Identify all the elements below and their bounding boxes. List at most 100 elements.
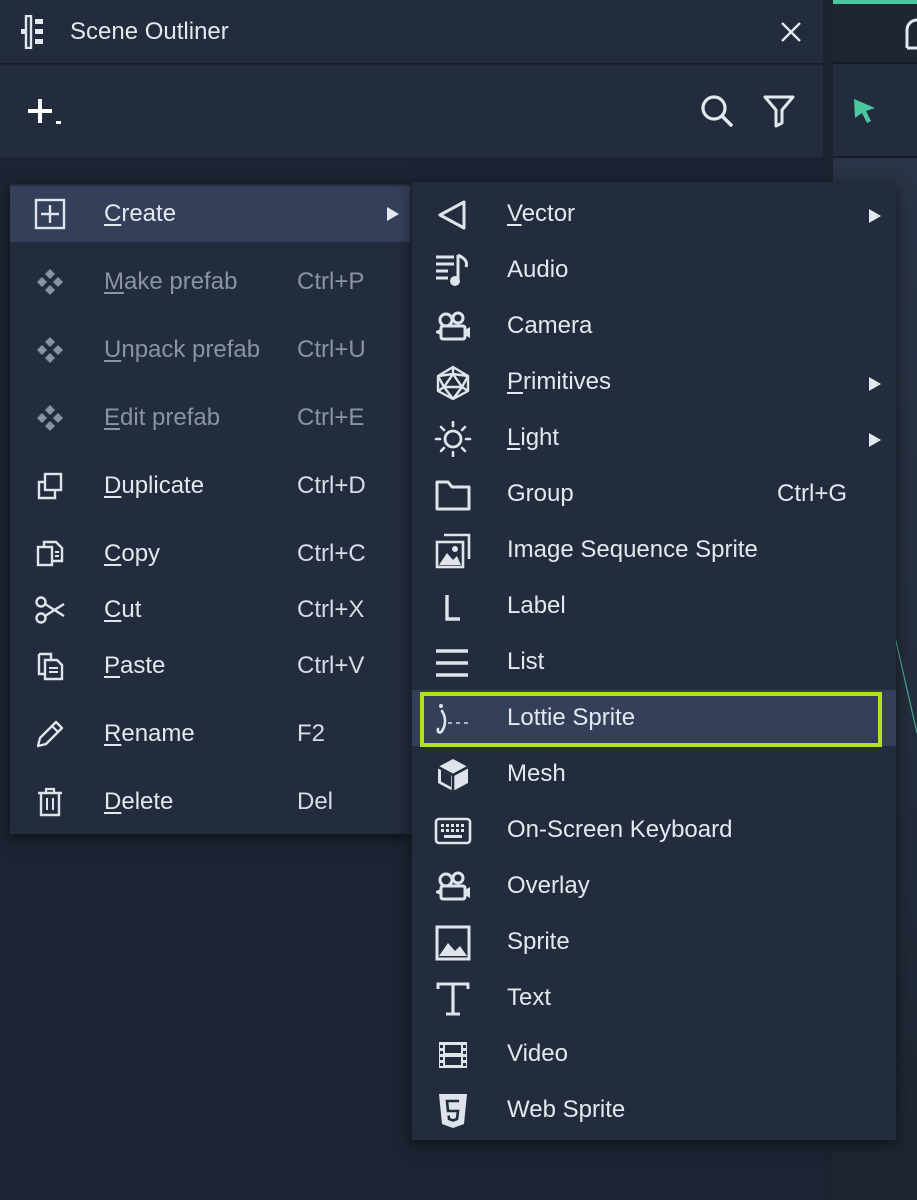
menu-item-label: Make prefab (104, 268, 238, 295)
panel-toolbar (0, 65, 823, 157)
menu-item-label: Paste (104, 652, 166, 679)
submenu-item-label: Audio (507, 256, 569, 283)
menu-item-label: Delete (104, 788, 174, 815)
menu-item-label: Rename (104, 720, 195, 747)
light-icon (434, 421, 472, 457)
create-submenu: Vector Audio Camera Primitives Light Gro… (412, 182, 896, 1140)
menu-item-duplicate[interactable]: Duplicate Ctrl+D (10, 458, 410, 514)
outliner-icon (20, 15, 46, 49)
submenu-item-label: Web Sprite (507, 1096, 626, 1123)
audio-icon (434, 253, 472, 289)
scissors-icon (34, 594, 66, 626)
submenu-item-sprite[interactable]: Sprite (412, 914, 896, 970)
list-icon (434, 645, 472, 681)
menu-item-shortcut: Ctrl+U (297, 336, 366, 363)
menu-item-shortcut: Ctrl+E (297, 404, 365, 431)
paste-icon (34, 650, 66, 682)
menu-item-label: Cut (104, 596, 142, 623)
search-icon[interactable] (699, 93, 735, 129)
submenu-arrow-icon (386, 206, 400, 222)
submenu-item-label: Vector (507, 200, 576, 227)
primitives-icon (434, 365, 472, 401)
submenu-item-label: On-Screen Keyboard (507, 816, 733, 843)
menu-item-cut[interactable]: Cut Ctrl+X (10, 582, 410, 638)
label-icon (434, 589, 472, 625)
close-icon[interactable] (776, 17, 806, 47)
add-icon[interactable] (26, 95, 66, 129)
submenu-item-list[interactable]: List (412, 634, 896, 690)
keyboard-icon (434, 813, 472, 849)
submenu-item-group[interactable]: Group Ctrl+G (412, 466, 896, 522)
menu-item-label: Create (104, 200, 177, 227)
image-sequence-icon (434, 533, 472, 569)
menu-item-rename[interactable]: Rename F2 (10, 706, 410, 762)
submenu-item-mesh[interactable]: Mesh (412, 746, 896, 802)
filter-icon[interactable] (762, 93, 796, 129)
submenu-item-audio[interactable]: Audio (412, 242, 896, 298)
submenu-item-label: Light (507, 424, 560, 451)
submenu-item-overlay[interactable]: Overlay (412, 858, 896, 914)
submenu-item-on-screen-keyboard[interactable]: On-Screen Keyboard (412, 802, 896, 858)
submenu-item-camera[interactable]: Camera (412, 298, 896, 354)
submenu-item-label: Group (507, 480, 574, 507)
html5-icon (434, 1093, 472, 1129)
menu-item-edit-prefab[interactable]: Edit prefab Ctrl+E (10, 390, 410, 446)
menu-item-label: Copy (104, 540, 161, 567)
menu-item-shortcut: Ctrl+X (297, 596, 365, 623)
submenu-arrow-icon (868, 432, 882, 448)
menu-item-label: Edit prefab (104, 404, 221, 431)
panel-title: Scene Outliner (70, 18, 229, 45)
menu-item-shortcut: Ctrl+V (297, 652, 365, 679)
submenu-item-image-sequence-sprite[interactable]: Image Sequence Sprite (412, 522, 896, 578)
menu-item-create[interactable]: Create (10, 186, 410, 242)
viewport-tab-icon[interactable] (905, 18, 917, 52)
menu-item-shortcut: Ctrl+D (297, 472, 366, 499)
menu-item-shortcut: Ctrl+P (297, 268, 365, 295)
submenu-item-text[interactable]: Text (412, 970, 896, 1026)
submenu-item-shortcut: Ctrl+G (777, 480, 848, 507)
submenu-item-video[interactable]: Video (412, 1026, 896, 1082)
vector-icon (434, 197, 472, 233)
submenu-item-light[interactable]: Light (412, 410, 896, 466)
menu-item-unpack-prefab[interactable]: Unpack prefab Ctrl+U (10, 322, 410, 378)
submenu-item-primitives[interactable]: Primitives (412, 354, 896, 410)
text-icon (434, 981, 472, 1017)
menu-item-shortcut: F2 (297, 720, 326, 747)
submenu-item-label: Mesh (507, 760, 566, 787)
duplicate-icon (34, 470, 66, 502)
submenu-item-web-sprite[interactable]: Web Sprite (412, 1082, 896, 1138)
menu-item-label: Duplicate (104, 472, 205, 499)
editor-root: Scene Outliner Create Make prefab Ctrl+P… (0, 0, 917, 1200)
create-square-plus-icon (34, 198, 66, 230)
prefab-icon (34, 266, 66, 298)
menu-item-make-prefab[interactable]: Make prefab Ctrl+P (10, 254, 410, 310)
submenu-item-label: Image Sequence Sprite (507, 536, 758, 563)
select-cursor-icon[interactable] (851, 96, 879, 124)
folder-icon (434, 477, 472, 513)
submenu-item-lottie-sprite[interactable]: Lottie Sprite (412, 690, 896, 746)
submenu-arrow-icon (868, 208, 882, 224)
submenu-arrow-icon (868, 376, 882, 392)
submenu-item-label[interactable]: Label (412, 578, 896, 634)
submenu-item-vector[interactable]: Vector (412, 186, 896, 242)
context-menu: Create Make prefab Ctrl+P Unpack prefab … (10, 184, 412, 834)
pencil-icon (34, 718, 66, 750)
trash-icon (34, 786, 66, 818)
menu-item-shortcut: Del (297, 788, 334, 815)
submenu-item-label: Overlay (507, 872, 590, 899)
copy-icon (34, 538, 66, 570)
video-film-icon (434, 1037, 472, 1073)
submenu-item-label: Camera (507, 312, 593, 339)
prefab-icon (34, 402, 66, 434)
sprite-image-icon (434, 925, 472, 961)
submenu-item-label: Video (507, 1040, 568, 1067)
menu-item-delete[interactable]: Delete Del (10, 774, 410, 830)
submenu-item-label: Sprite (507, 928, 570, 955)
menu-item-label: Unpack prefab (104, 336, 261, 363)
panel-titlebar: Scene Outliner (0, 0, 823, 64)
submenu-item-label: Text (507, 984, 552, 1011)
viewport-toolbar (833, 64, 917, 156)
menu-item-copy[interactable]: Copy Ctrl+C (10, 526, 410, 582)
menu-item-paste[interactable]: Paste Ctrl+V (10, 638, 410, 694)
overlay-icon (434, 869, 472, 905)
